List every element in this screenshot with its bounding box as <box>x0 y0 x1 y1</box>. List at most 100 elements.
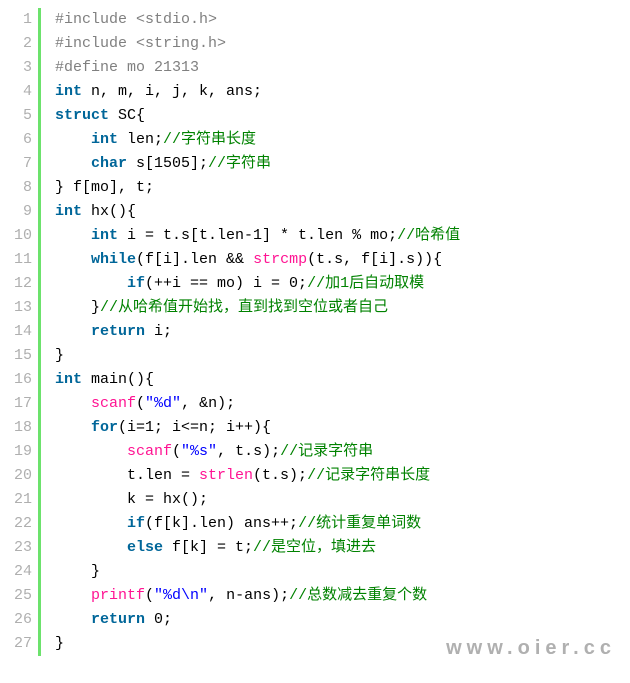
token-fn: strlen <box>199 467 253 484</box>
line-number: 16 <box>8 368 32 392</box>
code-line: } <box>55 560 460 584</box>
token-kw: if <box>127 515 145 532</box>
line-number: 23 <box>8 536 32 560</box>
token-cm: //加1后自动取模 <box>307 275 424 292</box>
line-number: 20 <box>8 464 32 488</box>
watermark: www.oier.cc <box>446 636 616 660</box>
token-cm: //哈希值 <box>397 227 460 244</box>
token-st: "%d\n" <box>154 587 208 604</box>
token-ty: int <box>91 227 118 244</box>
line-number: 12 <box>8 272 32 296</box>
line-number: 27 <box>8 632 32 656</box>
code-line: return i; <box>55 320 460 344</box>
code-content: #include <stdio.h>#include <string.h>#de… <box>55 8 460 656</box>
code-line: return 0; <box>55 608 460 632</box>
token: t.len = <box>55 467 199 484</box>
token-cm: //记录字符串长度 <box>307 467 430 484</box>
code-line: } <box>55 632 460 656</box>
token-fn: scanf <box>127 443 172 460</box>
line-number: 21 <box>8 488 32 512</box>
code-line: #define mo 21313 <box>55 56 460 80</box>
token: i = t.s[t.len-1] * t.len % mo; <box>118 227 397 244</box>
token-ty: char <box>91 155 127 172</box>
code-line: int i = t.s[t.len-1] * t.len % mo;//哈希值 <box>55 224 460 248</box>
code-line: k = hx(); <box>55 488 460 512</box>
code-line: int n, m, i, j, k, ans; <box>55 80 460 104</box>
line-number: 11 <box>8 248 32 272</box>
token: i; <box>145 323 172 340</box>
token: } <box>55 563 100 580</box>
line-number: 17 <box>8 392 32 416</box>
code-line: while(f[i].len && strcmp(t.s, f[i].s)){ <box>55 248 460 272</box>
token-st: "%s" <box>181 443 217 460</box>
token <box>55 515 127 532</box>
token: , t.s); <box>217 443 280 460</box>
token <box>55 155 91 172</box>
token <box>55 251 91 268</box>
code-line: if(f[k].len) ans++;//统计重复单词数 <box>55 512 460 536</box>
token: (t.s); <box>253 467 307 484</box>
gutter-rule <box>38 8 41 656</box>
token <box>55 587 91 604</box>
token-kw: return <box>91 611 145 628</box>
code-block: 1234567891011121314151617181920212223242… <box>8 8 622 656</box>
token <box>55 131 91 148</box>
code-line: scanf("%s", t.s);//记录字符串 <box>55 440 460 464</box>
line-number: 22 <box>8 512 32 536</box>
code-line: else f[k] = t;//是空位，填进去 <box>55 536 460 560</box>
token-kw: while <box>91 251 136 268</box>
line-number: 4 <box>8 80 32 104</box>
token-pp: #define mo 21313 <box>55 59 199 76</box>
token-fn: scanf <box>91 395 136 412</box>
token: 0; <box>145 611 172 628</box>
token <box>55 227 91 244</box>
token <box>55 419 91 436</box>
code-line: t.len = strlen(t.s);//记录字符串长度 <box>55 464 460 488</box>
token-cm: //总数减去重复个数 <box>289 587 427 604</box>
code-line: printf("%d\n", n-ans);//总数减去重复个数 <box>55 584 460 608</box>
token-cm: //统计重复单词数 <box>298 515 421 532</box>
line-number: 8 <box>8 176 32 200</box>
token-cm: //是空位，填进去 <box>253 539 376 556</box>
token: ( <box>145 587 154 604</box>
token: (t.s, f[i].s)){ <box>307 251 442 268</box>
token: } f[mo], t; <box>55 179 154 196</box>
token <box>55 443 127 460</box>
code-line: #include <stdio.h> <box>55 8 460 32</box>
token: (i=1; i<=n; i++){ <box>118 419 271 436</box>
token: main(){ <box>82 371 154 388</box>
line-number: 13 <box>8 296 32 320</box>
line-number: 6 <box>8 128 32 152</box>
token: } <box>55 299 100 316</box>
code-line: } f[mo], t; <box>55 176 460 200</box>
token-kw: struct <box>55 107 109 124</box>
token <box>55 539 127 556</box>
token <box>55 323 91 340</box>
token-kw: return <box>91 323 145 340</box>
line-number: 1 <box>8 8 32 32</box>
token: k = hx(); <box>55 491 208 508</box>
token-kw: if <box>127 275 145 292</box>
line-number: 18 <box>8 416 32 440</box>
token-fn: printf <box>91 587 145 604</box>
line-number: 25 <box>8 584 32 608</box>
line-number: 14 <box>8 320 32 344</box>
code-line: }//从哈希值开始找，直到找到空位或者自己 <box>55 296 460 320</box>
line-number: 10 <box>8 224 32 248</box>
token: (f[k].len) ans++; <box>145 515 298 532</box>
token: SC{ <box>109 107 145 124</box>
token: s[1505]; <box>127 155 208 172</box>
code-line: for(i=1; i<=n; i++){ <box>55 416 460 440</box>
token <box>55 275 127 292</box>
token-fn: strcmp <box>253 251 307 268</box>
token-pp: #include <stdio.h> <box>55 11 217 28</box>
code-line: int main(){ <box>55 368 460 392</box>
token: hx(){ <box>82 203 136 220</box>
token-st: "%d" <box>145 395 181 412</box>
token <box>55 395 91 412</box>
token-cm: //从哈希值开始找，直到找到空位或者自己 <box>100 299 388 316</box>
code-line: } <box>55 344 460 368</box>
token: } <box>55 347 64 364</box>
token-kw: else <box>127 539 163 556</box>
token-cm: //字符串 <box>208 155 271 172</box>
